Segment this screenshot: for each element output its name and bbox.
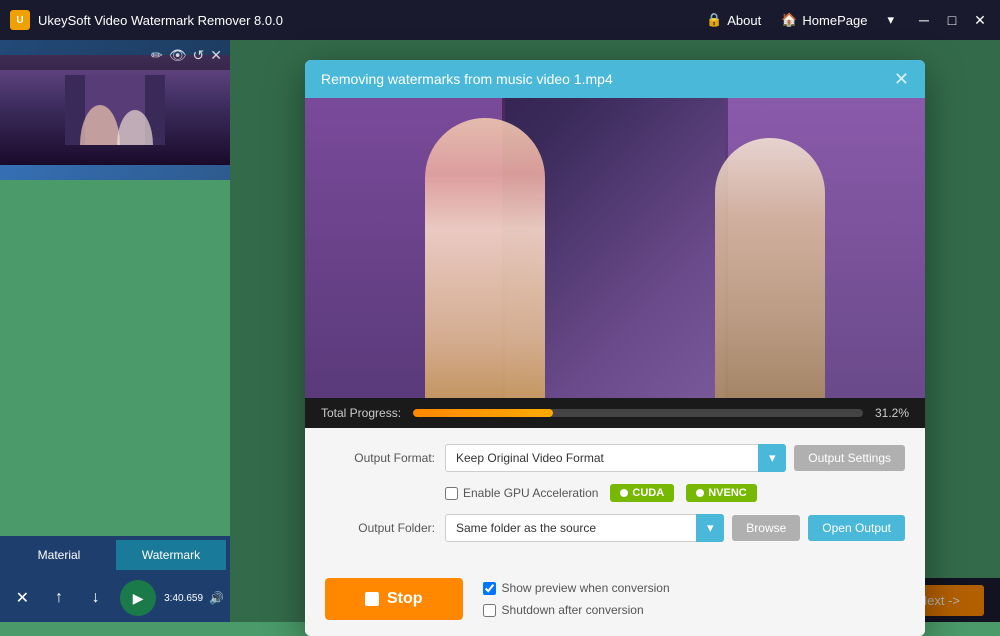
play-icon: ▶ (133, 590, 144, 607)
conversion-modal: Removing watermarks from music video 1.m… (305, 60, 925, 636)
output-settings-button[interactable]: Output Settings (794, 445, 905, 471)
sidebar-thumbnail: ✏ 👁 ↺ ✕ (0, 40, 230, 180)
gpu-acceleration-label[interactable]: Enable GPU Acceleration (445, 486, 598, 500)
output-format-controls: Keep Original Video Format ▾ Output Sett… (445, 444, 905, 472)
modal-header: Removing watermarks from music video 1.m… (305, 60, 925, 98)
move-up-button[interactable]: ↑ (43, 583, 76, 613)
conversion-options: Show preview when conversion Shutdown af… (483, 581, 670, 617)
time-display: 3:40.659 (164, 593, 203, 604)
output-folder-controls: Same folder as the source ▾ Browse Open … (445, 514, 905, 542)
volume-icon[interactable]: 🔊 (209, 591, 224, 605)
minimize-button[interactable]: ─ (914, 10, 934, 30)
nvenc-label: NVENC (708, 487, 747, 499)
video-preview-area (305, 98, 925, 398)
stop-icon (365, 592, 379, 606)
play-button[interactable]: ▶ (120, 580, 156, 616)
progress-bar-container (413, 409, 863, 417)
figure-left-graphic (425, 118, 545, 398)
refresh-icon[interactable]: ↺ (193, 47, 205, 64)
modal-overlay: Removing watermarks from music video 1.m… (230, 40, 1000, 622)
nvenc-badge[interactable]: NVENC (686, 484, 757, 502)
thumbnail-graphic (65, 75, 165, 145)
move-down-button[interactable]: ↓ (79, 583, 112, 613)
delete-button[interactable]: ✕ (6, 582, 39, 614)
progress-bar-fill (413, 409, 553, 417)
up-arrow-icon: ↑ (55, 589, 63, 607)
video-thumbnail (0, 55, 230, 165)
cuda-badge[interactable]: CUDA (610, 484, 674, 502)
sidebar-action-bar: ✕ ↑ ↓ ▶ 3:40.659 🔊 (0, 574, 230, 622)
progress-percent: 31.2% (875, 406, 909, 420)
titlebar: U UkeySoft Video Watermark Remover 8.0.0… (0, 0, 1000, 40)
show-preview-option[interactable]: Show preview when conversion (483, 581, 670, 595)
output-format-select-wrapper: Keep Original Video Format ▾ (445, 444, 786, 472)
about-nav-item[interactable]: 🔒 About (706, 12, 761, 28)
output-format-row: Output Format: Keep Original Video Forma… (325, 444, 905, 472)
modal-close-button[interactable]: ✕ (894, 70, 909, 88)
window-controls: ─ □ ✕ (914, 10, 990, 30)
x-icon: ✕ (16, 588, 29, 608)
output-folder-label: Output Folder: (325, 521, 435, 535)
cuda-dot (620, 489, 628, 497)
maximize-button[interactable]: □ (942, 10, 962, 30)
pencil-icon[interactable]: ✏ (151, 47, 163, 64)
shutdown-checkbox[interactable] (483, 604, 496, 617)
sidebar-thumb-overlay: ✏ 👁 ↺ ✕ (0, 40, 230, 70)
gpu-acceleration-text: Enable GPU Acceleration (463, 486, 598, 500)
sidebar-tabs: Material Watermark (0, 536, 230, 574)
down-arrow-icon: ↓ (92, 589, 100, 607)
output-folder-select-wrapper: Same folder as the source ▾ (445, 514, 724, 542)
stop-label: Stop (387, 590, 423, 608)
modal-actions: Stop Show preview when conversion Shutdo… (305, 570, 925, 636)
main-layout: ✏ 👁 ↺ ✕ Material Wa (0, 40, 1000, 622)
gpu-acceleration-row: Enable GPU Acceleration CUDA NVENC (325, 484, 905, 502)
lock-icon: 🔒 (706, 12, 722, 28)
close-button[interactable]: ✕ (970, 10, 990, 30)
dropdown-arrow[interactable]: ▾ (887, 12, 894, 28)
main-content-area: Removing watermarks from music video 1.m… (230, 40, 1000, 622)
progress-section: Total Progress: 31.2% (305, 398, 925, 428)
app-title: UkeySoft Video Watermark Remover 8.0.0 (38, 13, 706, 28)
nvenc-dot (696, 489, 704, 497)
chevron-down-icon: ▾ (887, 12, 894, 28)
video-background (305, 98, 925, 398)
cuda-label: CUDA (632, 487, 664, 499)
close-icon[interactable]: ✕ (210, 47, 222, 64)
show-preview-checkbox[interactable] (483, 582, 496, 595)
tab-material[interactable]: Material (4, 540, 114, 570)
stop-button[interactable]: Stop (325, 578, 463, 620)
tab-watermark[interactable]: Watermark (116, 540, 226, 570)
eye-icon[interactable]: 👁 (169, 47, 187, 64)
homepage-label: HomePage (802, 13, 867, 28)
shutdown-option[interactable]: Shutdown after conversion (483, 603, 670, 617)
show-preview-label: Show preview when conversion (502, 581, 670, 595)
app-logo: U (10, 10, 30, 30)
output-format-label: Output Format: (325, 451, 435, 465)
open-output-button[interactable]: Open Output (808, 515, 905, 541)
output-format-select[interactable]: Keep Original Video Format (445, 444, 786, 472)
output-folder-row: Output Folder: Same folder as the source… (325, 514, 905, 542)
progress-label: Total Progress: (321, 406, 401, 420)
gpu-acceleration-checkbox[interactable] (445, 487, 458, 500)
output-folder-select[interactable]: Same folder as the source (445, 514, 724, 542)
sidebar: ✏ 👁 ↺ ✕ Material Wa (0, 40, 230, 622)
modal-body: Output Format: Keep Original Video Forma… (305, 428, 925, 570)
about-label: About (727, 13, 761, 28)
titlebar-nav: 🔒 About 🏠 HomePage ▾ (706, 12, 894, 28)
homepage-nav-item[interactable]: 🏠 HomePage (781, 12, 867, 28)
browse-button[interactable]: Browse (732, 515, 800, 541)
shutdown-label: Shutdown after conversion (502, 603, 644, 617)
modal-title: Removing watermarks from music video 1.m… (321, 71, 613, 87)
figure-right-graphic (715, 138, 825, 398)
sidebar-green-area (0, 180, 230, 536)
home-icon: 🏠 (781, 12, 797, 28)
